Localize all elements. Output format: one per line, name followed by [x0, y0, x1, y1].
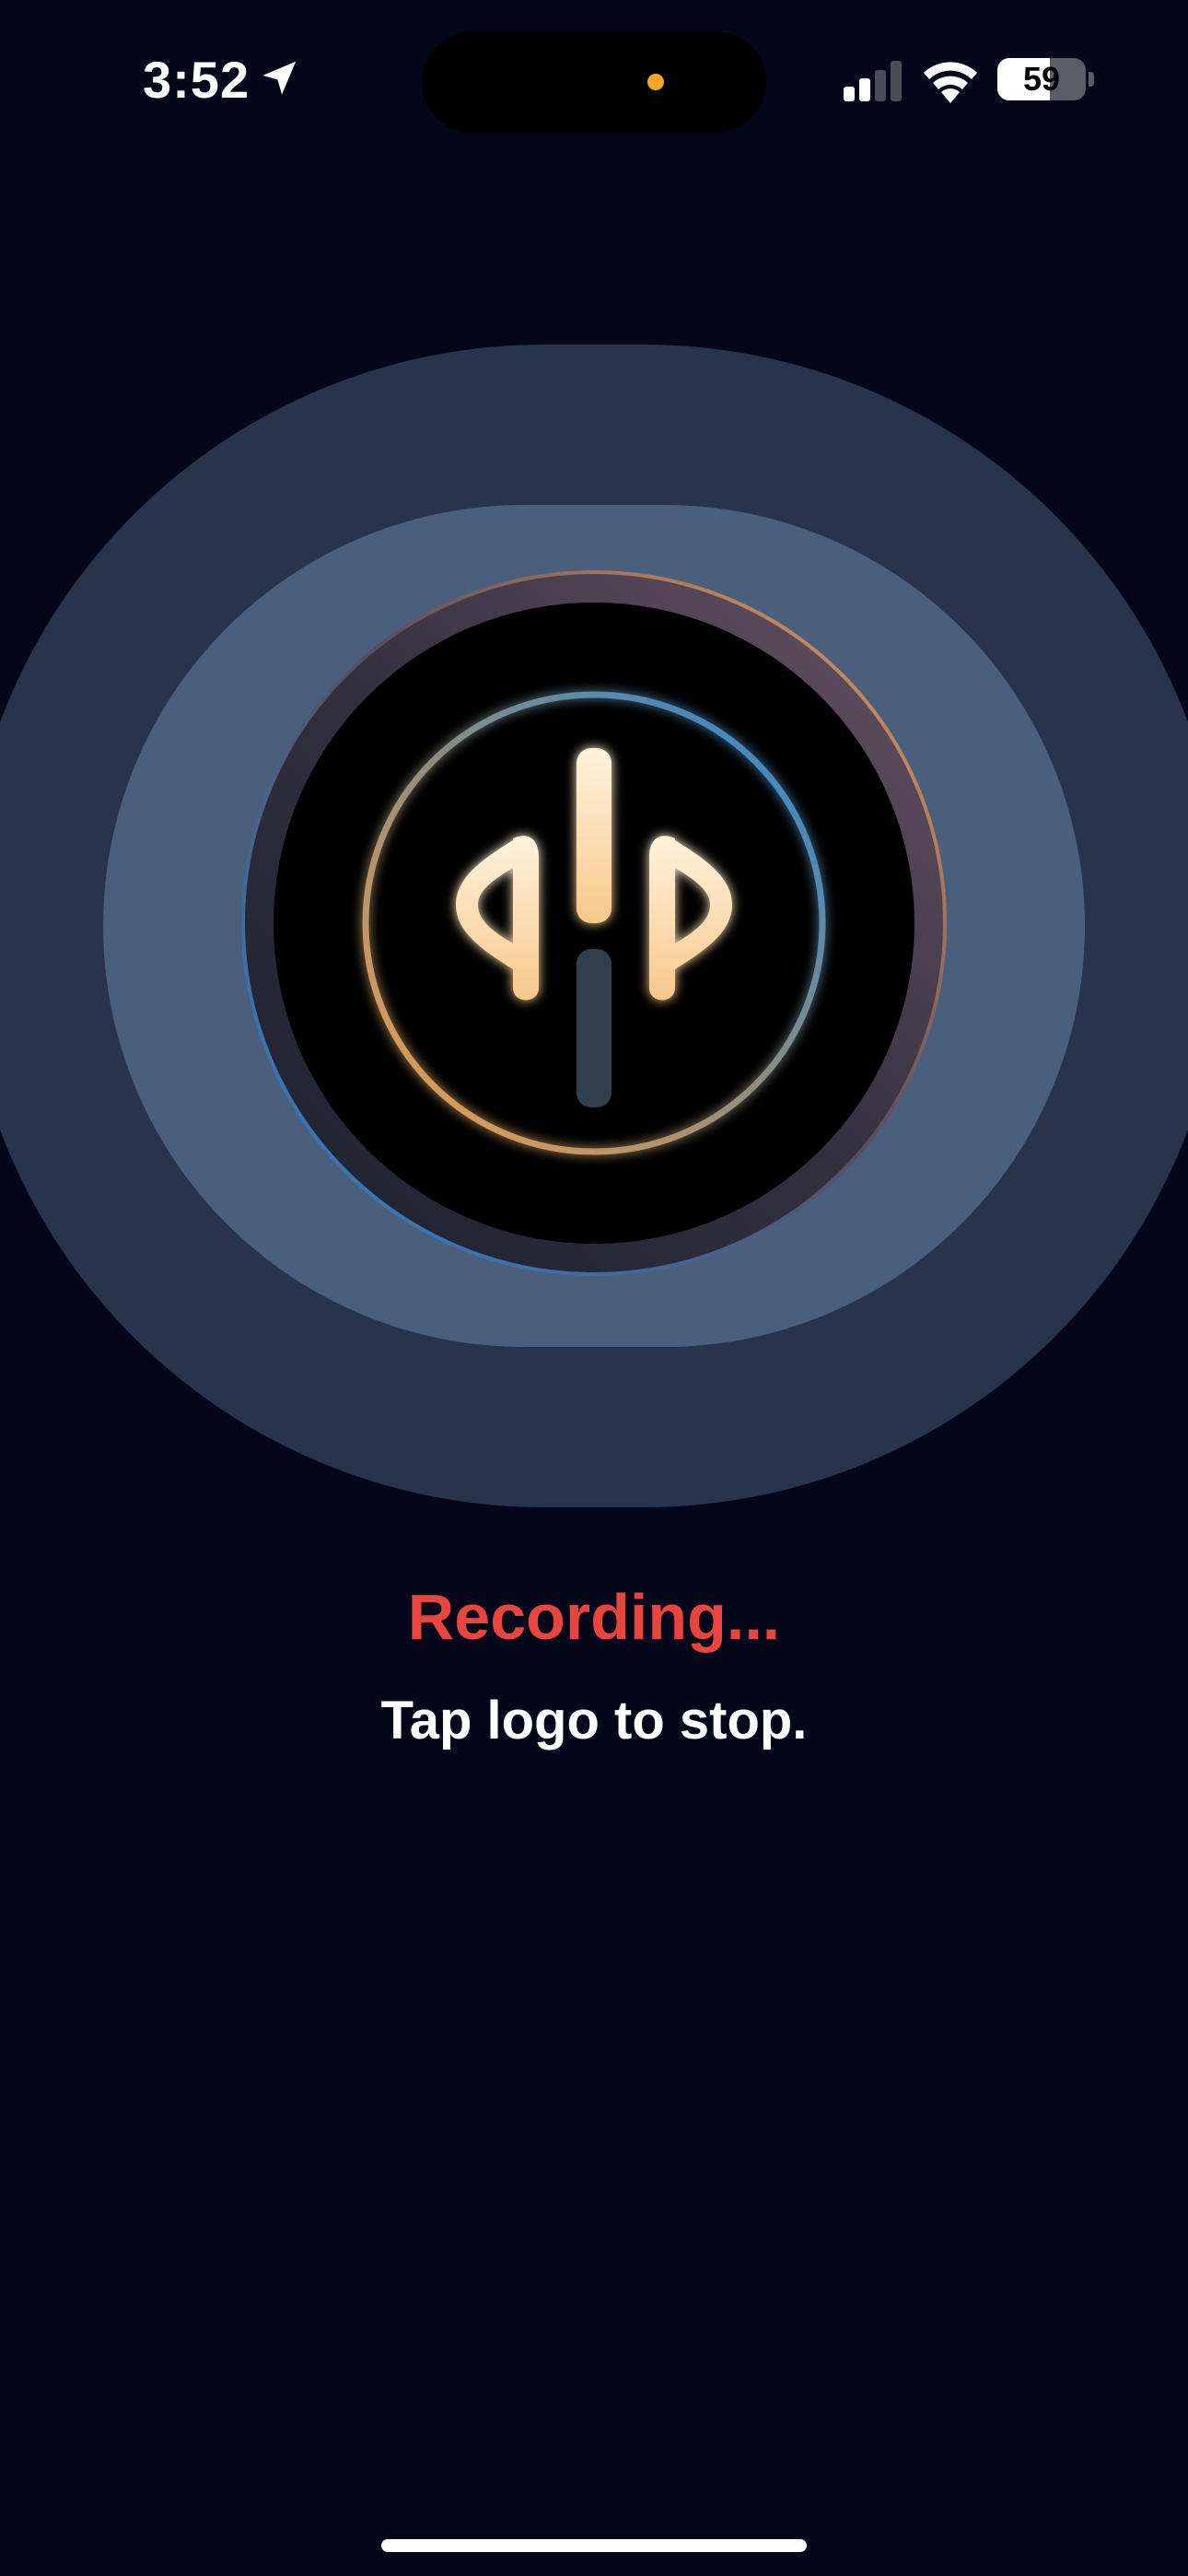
privacy-indicator-dot	[647, 74, 664, 90]
stop-hint-label: Tap logo to stop.	[380, 1691, 808, 1751]
wifi-icon	[924, 62, 977, 103]
battery-icon: 59	[997, 58, 1086, 100]
battery-level: 59	[1022, 60, 1061, 98]
app-logo-icon	[241, 570, 947, 1276]
dynamic-island	[422, 31, 766, 133]
home-indicator[interactable]	[381, 2539, 807, 2552]
signal-icon	[844, 61, 902, 101]
record-logo-button[interactable]	[235, 564, 953, 1282]
battery-cap	[1089, 72, 1094, 87]
status-bar: 3:52 59	[0, 0, 1188, 147]
recording-status-label: Recording...	[407, 1581, 781, 1653]
location-arrow-icon	[262, 61, 297, 95]
status-time: 3:52	[143, 51, 250, 109]
